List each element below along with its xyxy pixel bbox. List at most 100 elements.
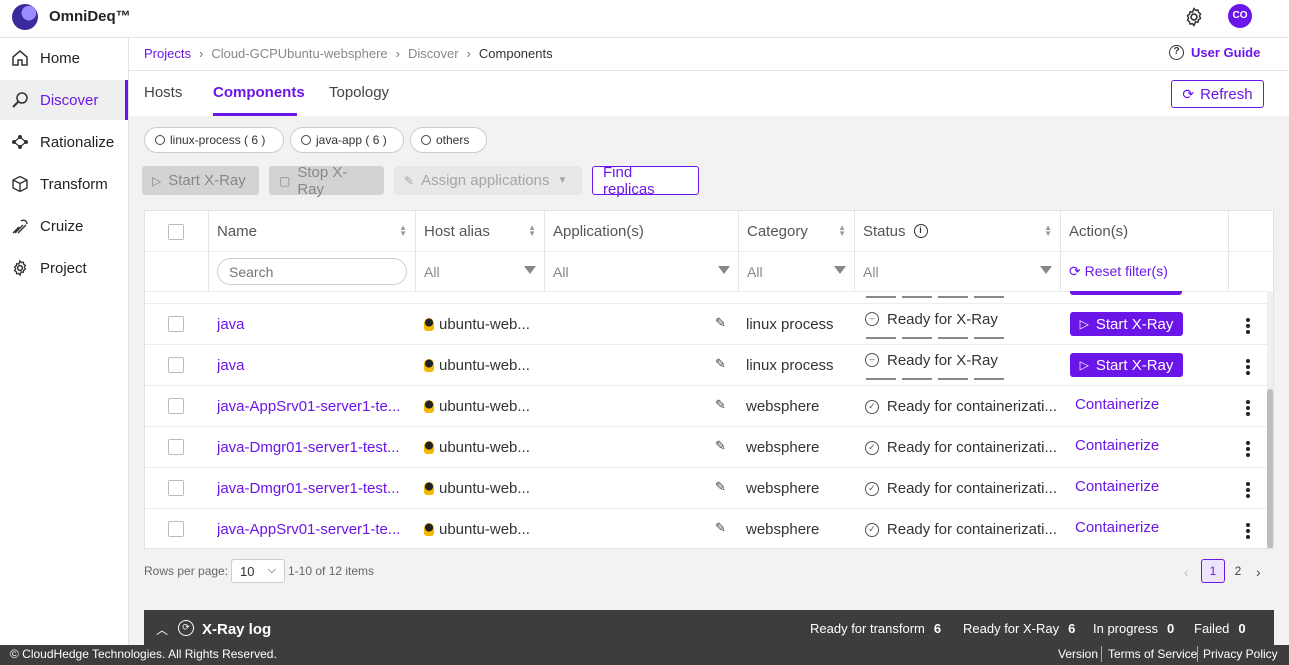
edit-pencil-icon[interactable]: ✎ bbox=[715, 356, 726, 372]
filter-category[interactable]: All bbox=[739, 251, 855, 291]
filter-chip-linux-process[interactable]: linux-process ( 6 ) bbox=[144, 127, 284, 153]
refresh-button[interactable]: ⟳ Refresh bbox=[1171, 80, 1264, 108]
caret-down-icon: ▼ bbox=[557, 175, 568, 186]
component-name-link[interactable]: java-AppSrv01-server1-te... bbox=[217, 509, 407, 548]
sort-icon: ▲ ▼ bbox=[399, 223, 407, 238]
filter-status[interactable]: All bbox=[855, 251, 1061, 291]
chevron-right-icon: › bbox=[395, 46, 400, 61]
page-2-button[interactable]: 2 bbox=[1226, 559, 1250, 583]
filter-host-alias[interactable]: All bbox=[416, 251, 545, 291]
column-header-host-alias[interactable]: Host alias ▲ ▼ bbox=[416, 211, 545, 251]
row-checkbox[interactable] bbox=[168, 521, 184, 537]
assign-applications-label: Assign applications bbox=[421, 172, 550, 189]
sidebar-item-rationalize[interactable]: Rationalize bbox=[0, 122, 128, 162]
column-header-status[interactable]: Status i ▲ ▼ bbox=[855, 211, 1061, 251]
sidebar-item-transform[interactable]: Transform bbox=[0, 164, 128, 204]
next-page-icon[interactable]: › bbox=[1256, 564, 1261, 580]
rows-per-page-label: Rows per page: bbox=[144, 564, 229, 578]
containerize-link[interactable]: Containerize bbox=[1075, 437, 1159, 454]
column-header-name[interactable]: Name ▲ ▼ bbox=[209, 211, 416, 251]
find-replicas-button[interactable]: Find replicas bbox=[592, 164, 699, 198]
breadcrumb-projects[interactable]: Projects bbox=[144, 46, 191, 61]
column-label: Category bbox=[747, 222, 808, 240]
filter-applications[interactable]: All bbox=[545, 251, 739, 291]
row-menu-kebab-icon[interactable] bbox=[1246, 400, 1250, 418]
component-name-link[interactable]: java bbox=[217, 304, 407, 345]
containerize-link[interactable]: Containerize bbox=[1075, 478, 1159, 495]
sidebar-item-label: Rationalize bbox=[40, 133, 115, 151]
edit-pencil-icon[interactable]: ✎ bbox=[715, 438, 726, 454]
row-checkbox[interactable] bbox=[168, 316, 184, 332]
sidebar-item-label: Project bbox=[40, 259, 87, 277]
stat-label: Ready for transform bbox=[810, 621, 925, 636]
start-xray-button-partial[interactable] bbox=[1070, 291, 1182, 295]
host-alias: ubuntu-web... bbox=[439, 398, 530, 415]
table-scrollbar-thumb[interactable] bbox=[1267, 389, 1273, 548]
row-checkbox[interactable] bbox=[168, 480, 184, 496]
tab-components[interactable]: Components bbox=[213, 84, 305, 101]
row-start-xray-button[interactable]: ▷ Start X-Ray bbox=[1070, 312, 1183, 336]
omnideq-logo[interactable] bbox=[12, 4, 38, 30]
sidebar-item-home[interactable]: Home bbox=[0, 38, 128, 78]
xray-log-bar[interactable]: ︿ ⟳ X-Ray log Ready for transform 6 Ready… bbox=[144, 610, 1274, 645]
settings-gear-icon[interactable] bbox=[1183, 6, 1205, 28]
component-name-link[interactable]: java-AppSrv01-server1-te... bbox=[217, 386, 407, 427]
info-icon[interactable]: i bbox=[913, 224, 928, 238]
component-name-link[interactable]: java-Dmgr01-server1-test... bbox=[217, 468, 407, 509]
chevron-up-icon[interactable]: ︿ bbox=[156, 621, 168, 638]
row-checkbox[interactable] bbox=[168, 398, 184, 414]
column-header-applications[interactable]: Application(s) bbox=[545, 211, 739, 251]
footer-link-privacy[interactable]: Privacy Policy bbox=[1203, 647, 1278, 661]
column-label: Name bbox=[217, 222, 258, 240]
refresh-label: Refresh bbox=[1200, 85, 1253, 103]
stat-label: Ready for X-Ray bbox=[963, 621, 1060, 636]
select-all-checkbox[interactable] bbox=[168, 224, 184, 240]
edit-pencil-icon[interactable]: ✎ bbox=[715, 479, 726, 495]
row-start-xray-button[interactable]: ▷ Start X-Ray bbox=[1070, 353, 1183, 377]
tab-hosts[interactable]: Hosts bbox=[144, 84, 182, 101]
progress-dashes bbox=[866, 296, 1010, 298]
help-icon: ? bbox=[1169, 45, 1184, 60]
page-1-button[interactable]: 1 bbox=[1201, 559, 1225, 583]
host-alias: ubuntu-web... bbox=[439, 439, 530, 456]
footer-link-version[interactable]: Version bbox=[1058, 647, 1098, 661]
rationalize-icon bbox=[12, 135, 28, 149]
stat-label: In progress bbox=[1093, 621, 1159, 636]
column-header-category[interactable]: Category ▲ ▼ bbox=[739, 211, 855, 251]
user-avatar[interactable]: CO bbox=[1228, 4, 1252, 28]
component-name-link[interactable]: java-Dmgr01-server1-test... bbox=[217, 427, 407, 468]
rows-per-page-select[interactable]: 10 ⌵ bbox=[231, 559, 285, 583]
sidebar-item-cruize[interactable]: Cruize bbox=[0, 206, 128, 246]
status-text: Ready for X-Ray bbox=[887, 310, 998, 328]
reset-filter-link[interactable]: ⟳ Reset filter(s) bbox=[1069, 263, 1168, 280]
footer-link-terms[interactable]: Terms of Service bbox=[1108, 647, 1197, 661]
sidebar-item-project[interactable]: Project bbox=[0, 248, 128, 288]
component-name-link[interactable]: java bbox=[217, 345, 407, 386]
breadcrumb-project[interactable]: Cloud-GCPUbuntu-websphere bbox=[211, 46, 387, 61]
search-input[interactable] bbox=[217, 258, 407, 285]
row-menu-kebab-icon[interactable] bbox=[1246, 523, 1250, 541]
previous-page-icon[interactable]: ‹ bbox=[1184, 564, 1189, 580]
stop-xray-button[interactable]: ▢ Stop X-Ray bbox=[269, 164, 384, 198]
containerize-link[interactable]: Containerize bbox=[1075, 396, 1159, 413]
row-menu-kebab-icon[interactable] bbox=[1246, 441, 1250, 459]
edit-pencil-icon[interactable]: ✎ bbox=[715, 520, 726, 536]
start-xray-button[interactable]: ▷ Start X-Ray bbox=[142, 166, 259, 195]
tab-topology[interactable]: Topology bbox=[329, 84, 389, 101]
edit-pencil-icon[interactable]: ✎ bbox=[715, 397, 726, 413]
filter-chip-java-app[interactable]: java-app ( 6 ) bbox=[290, 127, 404, 153]
row-menu-kebab-icon[interactable] bbox=[1246, 359, 1250, 377]
stat-in-progress: In progress 0 bbox=[1093, 621, 1174, 636]
row-checkbox[interactable] bbox=[168, 357, 184, 373]
user-guide-link[interactable]: ? User Guide bbox=[1169, 45, 1260, 60]
row-checkbox[interactable] bbox=[168, 439, 184, 455]
assign-applications-button[interactable]: ✎ Assign applications ▼ bbox=[394, 166, 582, 195]
sidebar-item-discover[interactable]: Discover bbox=[0, 80, 128, 120]
containerize-link[interactable]: Containerize bbox=[1075, 519, 1159, 536]
filter-chip-others[interactable]: others bbox=[410, 127, 487, 153]
edit-pencil-icon[interactable]: ✎ bbox=[715, 315, 726, 331]
filter-cell-empty bbox=[1229, 251, 1273, 291]
breadcrumb-discover[interactable]: Discover bbox=[408, 46, 459, 61]
row-menu-kebab-icon[interactable] bbox=[1246, 482, 1250, 500]
row-menu-kebab-icon[interactable] bbox=[1246, 318, 1250, 336]
